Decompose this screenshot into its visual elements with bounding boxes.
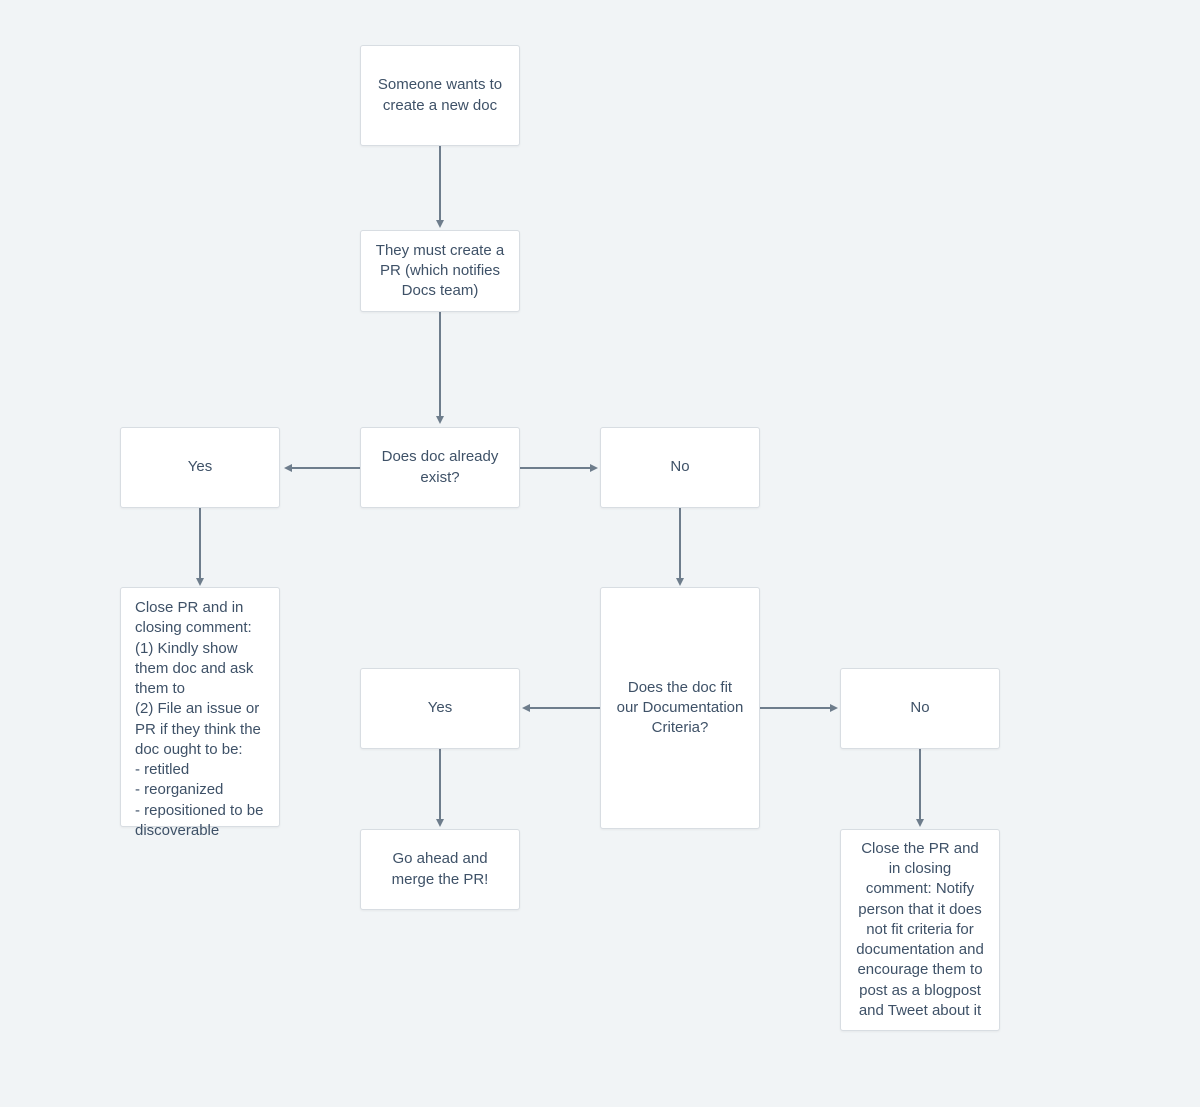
node-close-pr-1: Close PR and in closing comment: (1) Kin… (120, 587, 280, 827)
node-merge: Go ahead and merge the PR! (360, 829, 520, 910)
node-close-pr-1-text: Close PR and in closing comment: (1) Kin… (135, 598, 265, 841)
node-criteria: Does the doc fit our Documentation Crite… (600, 587, 760, 829)
node-yes-1-text: Yes (135, 457, 265, 477)
node-start-text: Someone wants to create a new doc (375, 75, 505, 116)
node-close-pr-2: Close the PR and in closing comment: Not… (840, 829, 1000, 1031)
node-criteria-text: Does the doc fit our Documentation Crite… (615, 678, 745, 739)
node-create-pr: They must create a PR (which notifies Do… (360, 230, 520, 312)
node-yes-2-text: Yes (375, 698, 505, 718)
node-no-1: No (600, 427, 760, 508)
node-no-2-text: No (855, 698, 985, 718)
node-merge-text: Go ahead and merge the PR! (375, 849, 505, 890)
node-close-pr-2-text: Close the PR and in closing comment: Not… (855, 839, 985, 1021)
node-doc-exists-text: Does doc already exist? (375, 447, 505, 488)
node-yes-1: Yes (120, 427, 280, 508)
node-start: Someone wants to create a new doc (360, 45, 520, 146)
node-no-1-text: No (615, 457, 745, 477)
flowchart-arrows (0, 0, 1200, 1107)
node-yes-2: Yes (360, 668, 520, 749)
node-no-2: No (840, 668, 1000, 749)
node-create-pr-text: They must create a PR (which notifies Do… (375, 241, 505, 302)
node-doc-exists: Does doc already exist? (360, 427, 520, 508)
